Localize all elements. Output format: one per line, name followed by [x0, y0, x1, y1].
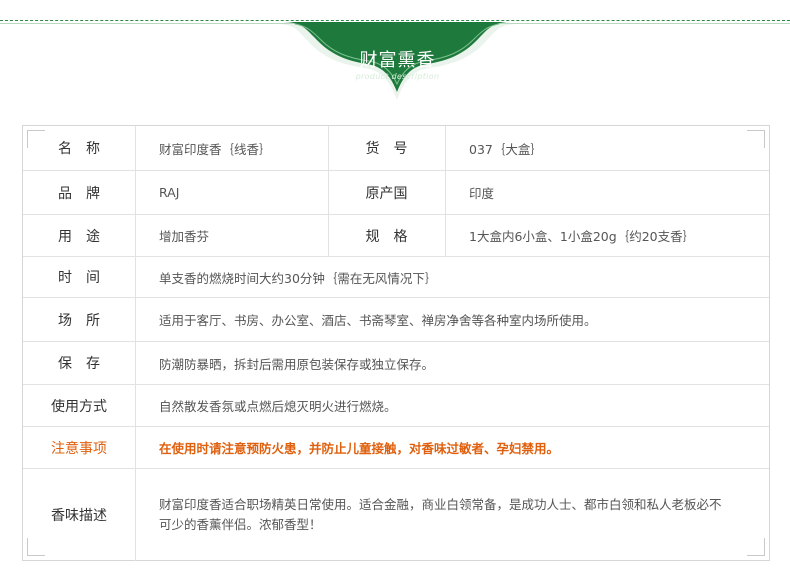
row-label: 用途	[58, 228, 114, 245]
table-row: 香味描述 财富印度香适合职场精英日常使用。适合金融，商业白领常备，是成功人士、都…	[23, 469, 769, 561]
row-label: 使用方式	[51, 398, 107, 415]
row-label: 品牌	[58, 185, 114, 202]
section-badge: 财富熏香 product description	[275, 18, 520, 104]
row-label: 保存	[58, 356, 114, 372]
row-value: 037｛大盒｝	[469, 141, 543, 157]
row-label: 货号	[365, 141, 422, 157]
row-value: 印度	[469, 186, 495, 201]
product-spec-table: 名称 财富印度香｛线香｝ 货号 037｛大盒｝ 品牌 RAJ 原产国 印度 用途…	[22, 125, 770, 561]
row-value: 自然散发香氛或点燃后熄灭明火进行燃烧。	[159, 399, 397, 414]
row-value: 防潮防暴晒，拆封后需用原包装保存或独立保存。	[159, 356, 435, 372]
table-row: 时间 单支香的燃烧时间大约30分钟｛需在无风情况下｝	[23, 257, 769, 298]
table-row: 用途 增加香芬 规格 1大盒内6小盒、1小盒20g｛约20支香｝	[23, 215, 769, 257]
table-row: 使用方式 自然散发香氛或点燃后熄灭明火进行燃烧。	[23, 385, 769, 427]
table-row: 名称 财富印度香｛线香｝ 货号 037｛大盒｝	[23, 126, 769, 171]
warning-text: 在使用时请注意预防火患，并防止儿童接触，对香味过敏者、孕妇禁用。	[159, 441, 560, 456]
row-label: 时间	[58, 270, 114, 286]
row-value: 适用于客厅、书房、办公室、酒店、书斋琴室、禅房净舍等各种室内场所使用。	[159, 313, 597, 328]
row-label: 香味描述	[51, 508, 107, 524]
badge-subtitle: product description	[355, 72, 440, 81]
row-label: 原产国	[365, 185, 408, 202]
row-value: 单支香的燃烧时间大约30分钟｛需在无风情况下｝	[159, 270, 438, 286]
table-row: 场所 适用于客厅、书房、办公室、酒店、书斋琴室、禅房净舍等各种室内场所使用。	[23, 298, 769, 342]
warning-label: 注意事项	[51, 440, 107, 457]
row-value: 1大盒内6小盒、1小盒20g｛约20支香｝	[469, 229, 696, 244]
badge-title: 财富熏香	[359, 50, 436, 71]
row-value: 财富印度香｛线香｝	[159, 141, 272, 157]
row-value: RAJ	[159, 185, 180, 200]
row-label: 场所	[58, 312, 114, 329]
row-label: 名称	[58, 141, 114, 157]
row-label: 规格	[365, 228, 422, 245]
table-row: 保存 防潮防暴晒，拆封后需用原包装保存或独立保存。	[23, 342, 769, 385]
table-row: 品牌 RAJ 原产国 印度	[23, 171, 769, 215]
fragrance-description: 财富印度香适合职场精英日常使用。适合金融，商业白领常备，是成功人士、都市白领和私…	[159, 497, 722, 532]
row-value: 增加香芬	[159, 229, 210, 244]
table-row-warning: 注意事项 在使用时请注意预防火患，并防止儿童接触，对香味过敏者、孕妇禁用。	[23, 427, 769, 469]
